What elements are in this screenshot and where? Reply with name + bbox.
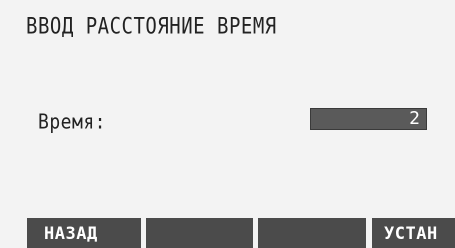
screen-title: ВВОД РАССТОЯНИЕ ВРЕМЯ <box>26 14 277 40</box>
softkey-bar: НАЗАД УСТАН <box>0 218 455 248</box>
instrument-screen: ВВОД РАССТОЯНИЕ ВРЕМЯ Время: 2 НАЗАД УСТ… <box>0 0 455 248</box>
time-field-input[interactable]: 2 <box>310 108 427 130</box>
softkey-f3[interactable] <box>258 218 366 248</box>
back-softkey[interactable]: НАЗАД <box>27 218 141 248</box>
softkey-f2[interactable] <box>146 218 253 248</box>
set-softkey[interactable]: УСТАН <box>372 218 455 248</box>
time-field-label: Время: <box>38 110 107 135</box>
